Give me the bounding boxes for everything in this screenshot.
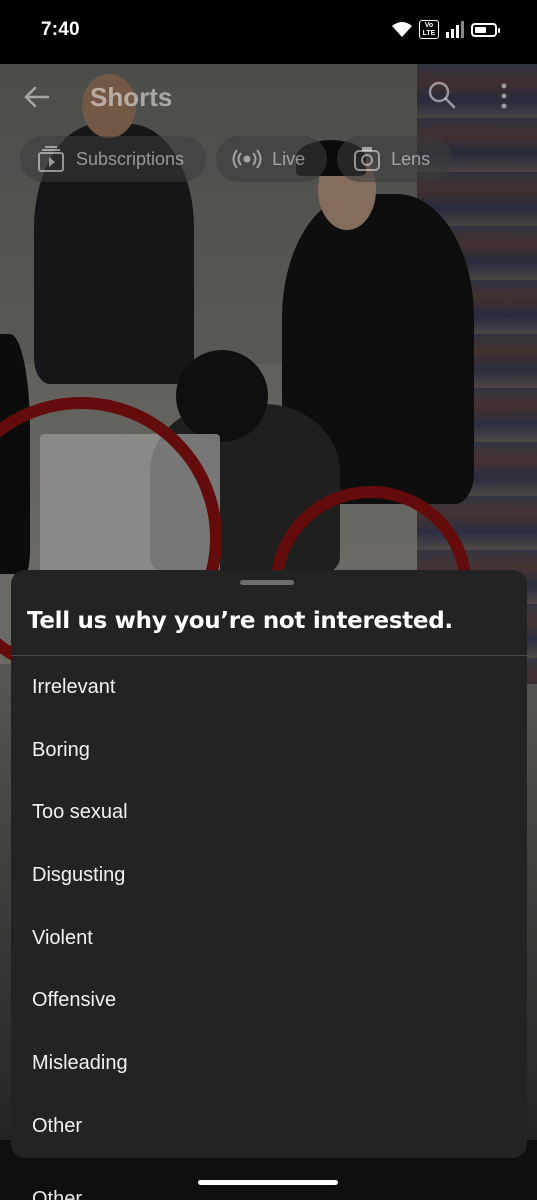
page-title: Shorts [90, 82, 173, 112]
peek-text: Other [32, 1188, 83, 1200]
reason-disgusting[interactable]: Disgusting [11, 844, 527, 907]
filter-chips: Subscriptions Live Lens [20, 136, 453, 182]
sheet-title: Tell us why you’re not interested. [27, 608, 453, 634]
reason-other[interactable]: Other [11, 1095, 527, 1158]
reason-boring[interactable]: Boring [11, 719, 527, 782]
more-vertical-icon[interactable] [499, 82, 509, 110]
reason-offensive[interactable]: Offensive [11, 969, 527, 1032]
gesture-bar[interactable] [198, 1180, 338, 1185]
chip-live[interactable]: Live [216, 136, 328, 182]
reason-list: Irrelevant Boring Too sexual Disgusting … [11, 656, 527, 1158]
chip-label: Live [272, 148, 306, 169]
status-icons: Vo LTE [391, 20, 500, 39]
shorts-header: Shorts Subscriptions Live Lens [0, 64, 537, 194]
chip-label: Lens [391, 148, 431, 169]
reason-too-sexual[interactable]: Too sexual [11, 781, 527, 844]
live-icon [232, 149, 262, 169]
status-time: 7:40 [41, 19, 80, 40]
volte-icon: Vo LTE [419, 20, 439, 39]
not-interested-sheet: Tell us why you’re not interested. Irrel… [11, 570, 527, 1158]
reason-irrelevant[interactable]: Irrelevant [11, 656, 527, 719]
back-arrow-icon[interactable] [22, 82, 52, 112]
screen: 7:40 Vo LTE Shorts Subscriptions Live Le… [0, 0, 537, 1200]
chip-lens[interactable]: Lens [337, 136, 453, 182]
wifi-icon [392, 21, 412, 37]
reason-violent[interactable]: Violent [11, 907, 527, 970]
chip-subscriptions[interactable]: Subscriptions [20, 136, 207, 182]
lens-icon [354, 147, 381, 171]
reason-misleading[interactable]: Misleading [11, 1032, 527, 1095]
battery-icon [471, 22, 500, 37]
chip-label: Subscriptions [76, 148, 185, 169]
subscriptions-icon [38, 146, 64, 172]
status-bar: 7:40 Vo LTE [0, 0, 537, 64]
search-icon[interactable] [427, 80, 457, 110]
drag-handle[interactable] [240, 580, 294, 585]
signal-icon [446, 20, 464, 38]
